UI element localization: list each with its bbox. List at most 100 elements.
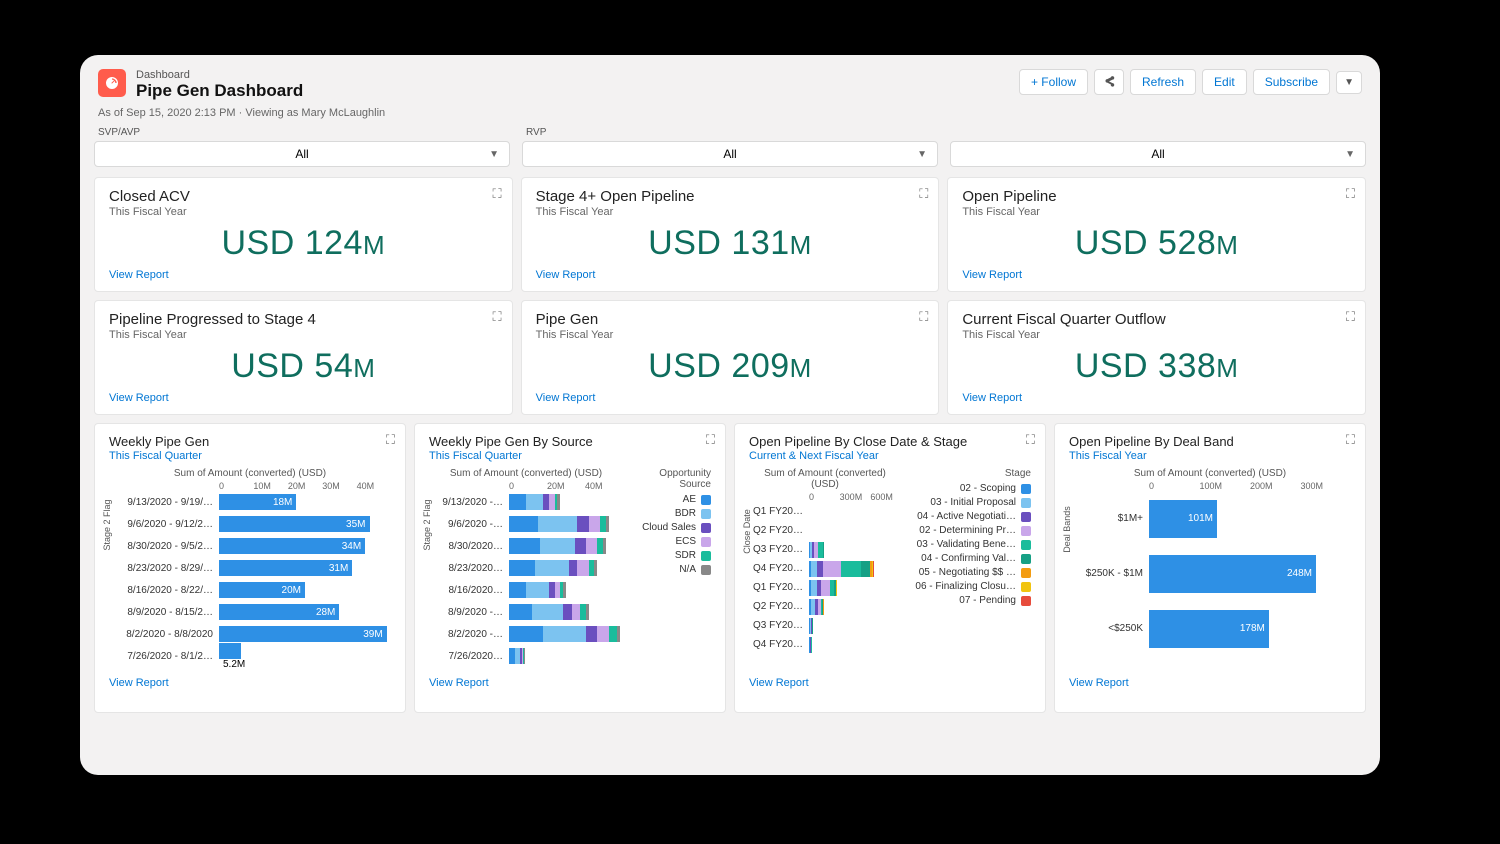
card-subtitle: This Fiscal Year	[536, 206, 925, 218]
view-report-link[interactable]: View Report	[536, 269, 596, 281]
card-title: Current Fiscal Quarter Outflow	[962, 311, 1351, 328]
metric-row-2: ⛶ Pipeline Progressed to Stage 4 This Fi…	[94, 300, 1366, 415]
view-report-link[interactable]: View Report	[429, 677, 489, 689]
expand-icon[interactable]: ⛶	[919, 186, 928, 202]
card-subtitle: This Fiscal Year	[1069, 450, 1351, 462]
filter-third: All ▼	[950, 127, 1366, 167]
expand-icon[interactable]: ⛶	[386, 432, 395, 448]
x-ticks: 020M40M	[509, 481, 623, 491]
chart-open-pipeline-close-date-stage: ⛶ Open Pipeline By Close Date & Stage Cu…	[734, 423, 1046, 713]
card-title: Pipe Gen	[536, 311, 925, 328]
filter-label-rvp: RVP	[522, 127, 938, 138]
card-subtitle: This Fiscal Quarter	[429, 450, 711, 462]
bar-chart[interactable]: $1M+101M$250K - $1M248M<$250K178M	[1069, 491, 1351, 656]
card-subtitle: Current & Next Fiscal Year	[749, 450, 1031, 462]
view-report-link[interactable]: View Report	[109, 392, 169, 404]
view-report-link[interactable]: View Report	[109, 677, 169, 689]
metric-card-outflow: ⛶ Current Fiscal Quarter Outflow This Fi…	[947, 300, 1366, 415]
filter-label-blank	[950, 127, 1366, 138]
x-axis-label: Sum of Amount (converted) (USD)	[749, 468, 901, 490]
follow-button[interactable]: + Follow	[1019, 69, 1088, 95]
chart-legend: Opportunity Source AEBDRCloud SalesECSSD…	[623, 468, 711, 673]
expand-icon[interactable]: ⛶	[1346, 309, 1355, 325]
y-axis-label: Stage 2 Flag	[102, 499, 112, 550]
filter-rvp: RVP All ▼	[522, 127, 938, 167]
legend-title: Stage	[907, 468, 1031, 479]
header-titles: Dashboard Pipe Gen Dashboard	[136, 69, 303, 101]
card-title: Closed ACV	[109, 188, 498, 205]
filter-select-rvp[interactable]: All ▼	[522, 141, 938, 167]
dashboard-frame: Dashboard Pipe Gen Dashboard + Follow Re…	[80, 55, 1380, 775]
view-report-link[interactable]: View Report	[749, 677, 809, 689]
more-actions-button[interactable]: ▼	[1336, 71, 1362, 94]
x-axis-label: Sum of Amount (converted) (USD)	[109, 468, 391, 479]
metric-value: USD 338M	[962, 341, 1351, 388]
share-button[interactable]	[1094, 69, 1124, 95]
metric-card-progressed-stage4: ⛶ Pipeline Progressed to Stage 4 This Fi…	[94, 300, 513, 415]
expand-icon[interactable]: ⛶	[493, 186, 502, 202]
page-title: Pipe Gen Dashboard	[136, 81, 303, 101]
y-axis-label: Deal Bands	[1062, 506, 1072, 553]
card-title: Open Pipeline	[962, 188, 1351, 205]
chart-body: Stage 2 Flag Sum of Amount (converted) (…	[109, 468, 391, 673]
header-suptitle: Dashboard	[136, 69, 303, 81]
chart-body: Deal Bands Sum of Amount (converted) (US…	[1069, 468, 1351, 673]
expand-icon[interactable]: ⛶	[493, 309, 502, 325]
gauge-icon	[104, 75, 120, 91]
edit-button[interactable]: Edit	[1202, 69, 1247, 95]
chart-weekly-pipe-gen-by-source: ⛶ Weekly Pipe Gen By Source This Fiscal …	[414, 423, 726, 713]
metric-value: USD 528M	[962, 218, 1351, 265]
view-report-link[interactable]: View Report	[962, 269, 1022, 281]
expand-icon[interactable]: ⛶	[1346, 432, 1355, 448]
card-subtitle: This Fiscal Year	[962, 329, 1351, 341]
filter-select-third[interactable]: All ▼	[950, 141, 1366, 167]
card-title: Open Pipeline By Close Date & Stage	[749, 434, 1031, 449]
caret-down-icon: ▼	[1345, 149, 1355, 160]
card-subtitle: This Fiscal Year	[962, 206, 1351, 218]
caret-down-icon: ▼	[1344, 77, 1354, 88]
filter-value: All	[1151, 147, 1164, 161]
bar-chart[interactable]: 9/13/2020 - 9/19/…18M9/6/2020 - 9/12/2…3…	[109, 491, 391, 667]
metric-card-stage4-open: ⛶ Stage 4+ Open Pipeline This Fiscal Yea…	[521, 177, 940, 292]
card-title: Stage 4+ Open Pipeline	[536, 188, 925, 205]
card-title: Open Pipeline By Deal Band	[1069, 434, 1351, 449]
expand-icon[interactable]: ⛶	[1346, 186, 1355, 202]
view-report-link[interactable]: View Report	[1069, 677, 1129, 689]
header-actions: + Follow Refresh Edit Subscribe ▼	[1019, 69, 1362, 95]
filter-select-svp[interactable]: All ▼	[94, 141, 510, 167]
filter-label-svp: SVP/AVP	[94, 127, 510, 138]
chart-row: ⛶ Weekly Pipe Gen This Fiscal Quarter St…	[94, 423, 1366, 713]
metric-card-pipe-gen: ⛶ Pipe Gen This Fiscal Year USD 209M Vie…	[521, 300, 940, 415]
chart-body: Close Date Sum of Amount (converted) (US…	[749, 468, 1031, 673]
card-title: Weekly Pipe Gen	[109, 434, 391, 449]
x-ticks: 0100M200M300M	[1149, 481, 1351, 491]
view-report-link[interactable]: View Report	[962, 392, 1022, 404]
expand-icon[interactable]: ⛶	[919, 309, 928, 325]
subscribe-button[interactable]: Subscribe	[1253, 69, 1330, 95]
stacked-bar-chart[interactable]: 9/13/2020 -…9/6/2020 -…8/30/2020…8/23/20…	[429, 491, 623, 667]
card-title: Weekly Pipe Gen By Source	[429, 434, 711, 449]
caret-down-icon: ▼	[489, 149, 499, 160]
filter-value: All	[723, 147, 736, 161]
expand-icon[interactable]: ⛶	[706, 432, 715, 448]
x-axis-label: Sum of Amount (converted) (USD)	[1069, 468, 1351, 479]
chart-open-pipeline-by-deal-band: ⛶ Open Pipeline By Deal Band This Fiscal…	[1054, 423, 1366, 713]
card-subtitle: This Fiscal Year	[109, 206, 498, 218]
filter-value: All	[295, 147, 308, 161]
card-subtitle: This Fiscal Year	[109, 329, 498, 341]
card-subtitle: This Fiscal Quarter	[109, 450, 391, 462]
chart-weekly-pipe-gen: ⛶ Weekly Pipe Gen This Fiscal Quarter St…	[94, 423, 406, 713]
y-axis-label: Close Date	[742, 509, 752, 554]
share-icon	[1102, 75, 1116, 89]
filter-svp-avp: SVP/AVP All ▼	[94, 127, 510, 167]
view-report-link[interactable]: View Report	[536, 392, 596, 404]
expand-icon[interactable]: ⛶	[1026, 432, 1035, 448]
dashboard-header: Dashboard Pipe Gen Dashboard + Follow Re…	[80, 55, 1380, 107]
x-ticks: 010M20M30M40M	[219, 481, 391, 491]
metric-value: USD 124M	[109, 218, 498, 265]
caret-down-icon: ▼	[917, 149, 927, 160]
view-report-link[interactable]: View Report	[109, 269, 169, 281]
stacked-bar-chart[interactable]: Q1 FY20…Q2 FY20…Q3 FY20…Q4 FY20…Q1 FY20……	[749, 502, 901, 654]
refresh-button[interactable]: Refresh	[1130, 69, 1196, 95]
y-axis-label: Stage 2 Flag	[422, 499, 432, 550]
